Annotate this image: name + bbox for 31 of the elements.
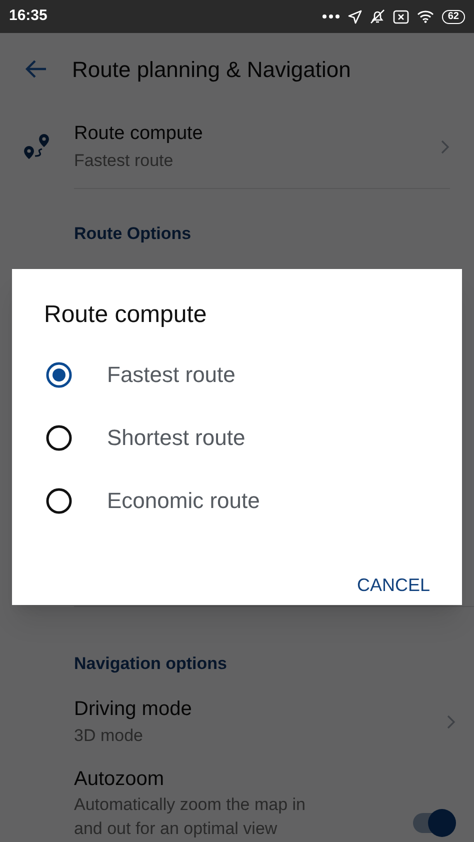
- radio-icon[interactable]: [45, 424, 73, 452]
- radio-option[interactable]: Economic route: [12, 469, 462, 532]
- route-pins-icon: [22, 133, 52, 161]
- radio-selected-icon[interactable]: [45, 360, 73, 388]
- chevron-icon: [446, 714, 456, 730]
- location-arrow-icon: [348, 10, 362, 24]
- screen-title: Route planning & Navigation: [72, 56, 351, 84]
- status-time: 16:35: [9, 6, 48, 26]
- setting-title: Autozoom: [74, 767, 164, 792]
- bell-off-icon: [370, 9, 385, 24]
- radio-option[interactable]: Fastest route: [12, 343, 462, 406]
- back-arrow-icon[interactable]: [24, 59, 48, 79]
- radio-option[interactable]: Shortest route: [12, 406, 462, 469]
- section-heading: Route Options: [73, 223, 192, 245]
- battery-indicator: 62: [442, 10, 465, 24]
- wifi-icon: [416, 10, 434, 23]
- cancel-button[interactable]: CANCEL: [354, 572, 432, 599]
- setting-value: Fastest route: [74, 150, 174, 172]
- option-label: Fastest route: [107, 361, 236, 389]
- setting-value: 3D mode: [74, 725, 143, 747]
- dialog-title: Route compute: [43, 300, 208, 330]
- setting-title: Route compute: [74, 122, 203, 146]
- setting-title: Driving mode: [74, 697, 192, 722]
- option-label: Shortest route: [107, 424, 246, 452]
- sim-x-icon: [392, 10, 409, 24]
- option-label: Economic route: [107, 487, 260, 515]
- setting-description: Automatically zoom the map in and out for an optimal view: [74, 794, 306, 840]
- radio-icon[interactable]: [45, 486, 73, 514]
- section-heading: Navigation options: [73, 653, 228, 675]
- more-dots-icon: [322, 14, 340, 19]
- chevron-icon: [440, 138, 450, 154]
